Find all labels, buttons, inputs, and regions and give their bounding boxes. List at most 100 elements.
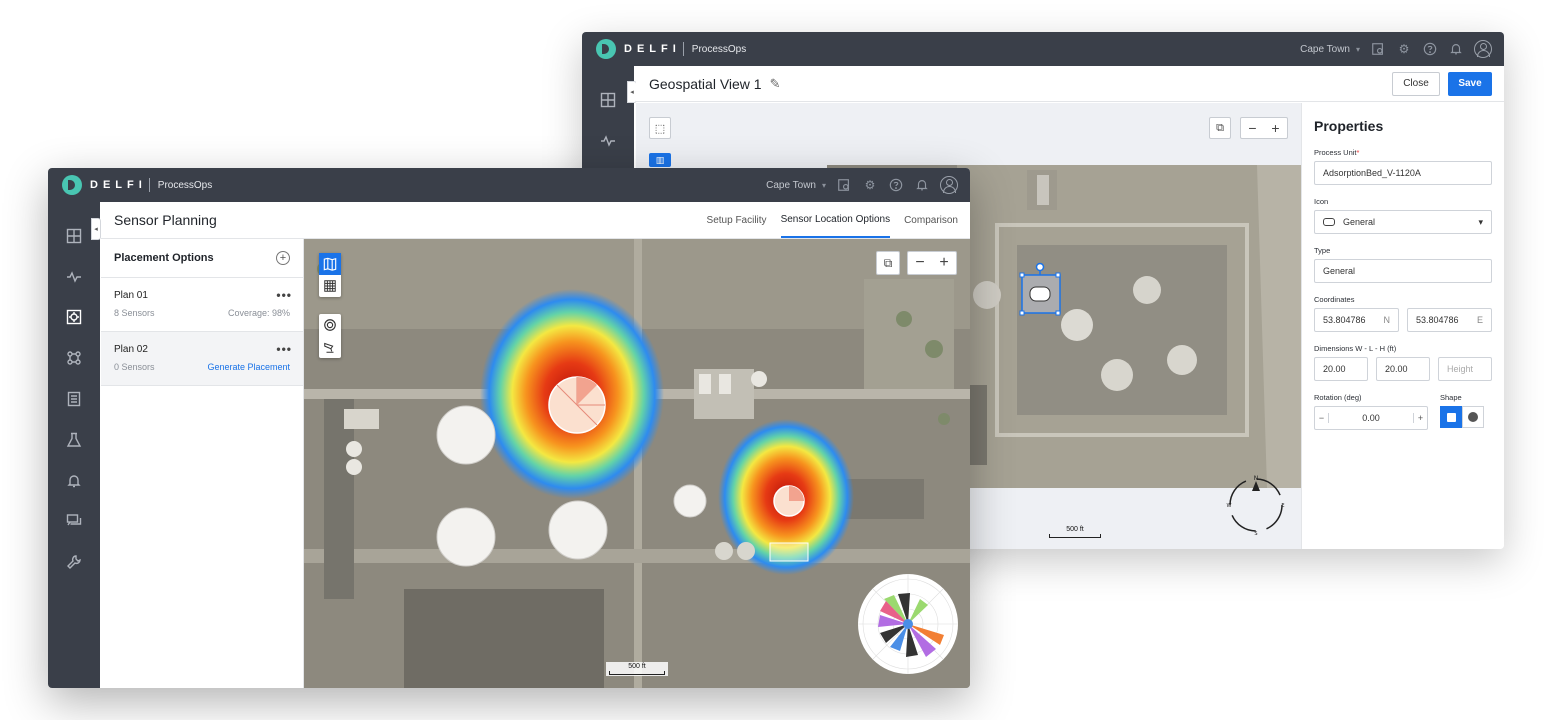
screenshot-icon[interactable]: ⧉ [876, 251, 900, 275]
plan-name: Plan 01 [114, 290, 148, 301]
plan-sensor-count: 0 Sensors [114, 362, 155, 372]
bell-icon[interactable] [914, 177, 930, 193]
gear-icon[interactable]: ⚙ [862, 177, 878, 193]
network-icon[interactable] [64, 348, 84, 368]
chevron-down-icon[interactable]: ▾ [1356, 45, 1360, 54]
map-view-toolbar [319, 253, 341, 297]
help-icon[interactable] [888, 177, 904, 193]
help-icon[interactable] [1422, 41, 1438, 57]
screenshot-icon[interactable]: ⧉ [1209, 117, 1231, 139]
circle-shape-icon[interactable] [1462, 406, 1484, 428]
chat-icon[interactable] [64, 511, 84, 531]
process-unit-label: Process Unit* [1314, 148, 1360, 157]
site-selector[interactable]: Cape Town [1300, 44, 1350, 55]
brand-divider [682, 42, 684, 56]
top-bar: DELFI ProcessOps Cape Town ▾ ⚙ [48, 168, 970, 202]
zoom-controls: − + [1240, 117, 1288, 139]
left-nav [48, 202, 100, 688]
gear-icon[interactable]: ⚙ [1396, 41, 1412, 57]
product-name: ProcessOps [157, 179, 213, 191]
compass-icon: N S E W [1227, 475, 1285, 535]
report-icon[interactable] [836, 177, 852, 193]
camera-sensor-icon[interactable] [319, 336, 341, 358]
tab-comparison[interactable]: Comparison [904, 202, 958, 238]
delfi-logo-icon [596, 39, 616, 59]
plan-coverage: Coverage: 98% [227, 308, 290, 318]
properties-panel: Properties Process Unit* AdsorptionBed_V… [1301, 103, 1504, 549]
tab-sensor-location-options[interactable]: Sensor Location Options [780, 202, 891, 238]
concentric-circles-icon[interactable] [319, 314, 341, 336]
map-layer-icon[interactable]: ▥ [649, 153, 671, 167]
scale-bar: 500 ft [1049, 526, 1101, 538]
placement-options-title: Placement Options [114, 252, 214, 264]
zoom-in-icon[interactable]: + [939, 254, 948, 272]
plan-sensor-count: 8 Sensors [114, 308, 155, 318]
document-list-icon[interactable] [64, 389, 84, 409]
product-name: ProcessOps [691, 43, 747, 55]
brand-name: DELFI [624, 43, 681, 55]
length-field[interactable]: 20.00 [1376, 357, 1430, 381]
scale-bar-line [609, 671, 665, 675]
scale-bar-line [1049, 534, 1101, 538]
dimensions-label: Dimensions W - L - H (ft) [1314, 344, 1397, 353]
select-area-icon[interactable]: ⬚ [649, 117, 671, 139]
bell-icon[interactable] [1448, 41, 1464, 57]
site-selector[interactable]: Cape Town [766, 180, 816, 191]
brand-name: DELFI [90, 179, 147, 191]
scale-label: 500 ft [628, 663, 646, 670]
plan-list-item[interactable]: Plan 01 8 Sensors Coverage: 98% ••• [101, 278, 303, 332]
report-icon[interactable] [1370, 41, 1386, 57]
bell-alert-icon[interactable] [64, 471, 84, 491]
generate-placement-link[interactable]: Generate Placement [207, 362, 290, 372]
coordinate-e-field[interactable]: 53.804786 E [1407, 308, 1492, 332]
dashboard-grid-icon[interactable] [64, 226, 84, 246]
shape-label: Shape [1440, 393, 1462, 402]
page-title: Sensor Planning [114, 212, 217, 228]
tab-bar: Setup Facility Sensor Location Options C… [707, 202, 958, 238]
collapse-nav-toggle[interactable]: ◂ [91, 218, 101, 240]
placement-options-panel: Placement Options + Plan 01 8 Sensors Co… [101, 239, 304, 688]
map-view-icon[interactable] [319, 253, 341, 275]
add-plan-icon[interactable]: + [276, 251, 290, 265]
square-shape-icon[interactable] [1440, 406, 1462, 428]
close-button[interactable]: Close [1392, 71, 1440, 96]
pencil-icon[interactable]: ✎ [770, 76, 781, 92]
flask-icon[interactable] [64, 430, 84, 450]
pulse-icon[interactable] [64, 267, 84, 287]
grid-view-icon[interactable] [319, 275, 341, 297]
compass-n: N [1254, 475, 1259, 482]
pulse-icon[interactable] [598, 131, 618, 151]
coordinates-label: Coordinates [1314, 295, 1355, 304]
zoom-in-icon[interactable]: + [1271, 120, 1279, 136]
delfi-logo-icon [62, 175, 82, 195]
coordinate-n-field[interactable]: 53.804786 N [1314, 308, 1399, 332]
save-button[interactable]: Save [1448, 71, 1492, 96]
compass-e: E [1281, 503, 1284, 509]
more-options-icon[interactable]: ••• [276, 342, 292, 356]
zoom-out-icon[interactable]: − [1248, 120, 1256, 136]
icon-select[interactable]: General ▾ [1314, 210, 1492, 234]
zoom-out-icon[interactable]: − [915, 254, 924, 272]
plan-list-item[interactable]: Plan 02 0 Sensors Generate Placement ••• [101, 332, 303, 386]
user-avatar-icon[interactable] [1474, 40, 1492, 58]
user-avatar-icon[interactable] [940, 176, 958, 194]
properties-title: Properties [1314, 118, 1384, 134]
compass-s: S [1254, 531, 1257, 535]
width-field[interactable]: 20.00 [1314, 357, 1368, 381]
plus-icon[interactable]: + [1413, 413, 1427, 423]
chevron-down-icon[interactable]: ▾ [822, 181, 826, 190]
placement-options-header: Placement Options + [101, 239, 303, 278]
heatmap-satellite-view[interactable]: ⧉ − + 500 ft [304, 239, 970, 688]
icon-label: Icon [1314, 197, 1329, 206]
rotation-stepper[interactable]: − 0.00 + [1314, 406, 1428, 430]
height-field[interactable]: Height [1438, 357, 1492, 381]
minus-icon[interactable]: − [1315, 413, 1329, 423]
wrench-icon[interactable] [64, 552, 84, 572]
more-options-icon[interactable]: ••• [276, 288, 292, 302]
type-field[interactable]: General [1314, 259, 1492, 283]
dashboard-grid-icon[interactable] [598, 90, 618, 110]
process-unit-field[interactable]: AdsorptionBed_V-1120A [1314, 161, 1492, 185]
tab-setup-facility[interactable]: Setup Facility [707, 202, 767, 238]
sensor-planning-window: DELFI ProcessOps Cape Town ▾ ⚙ ◂ Sensor … [48, 168, 970, 688]
sensor-target-icon[interactable] [64, 307, 84, 327]
